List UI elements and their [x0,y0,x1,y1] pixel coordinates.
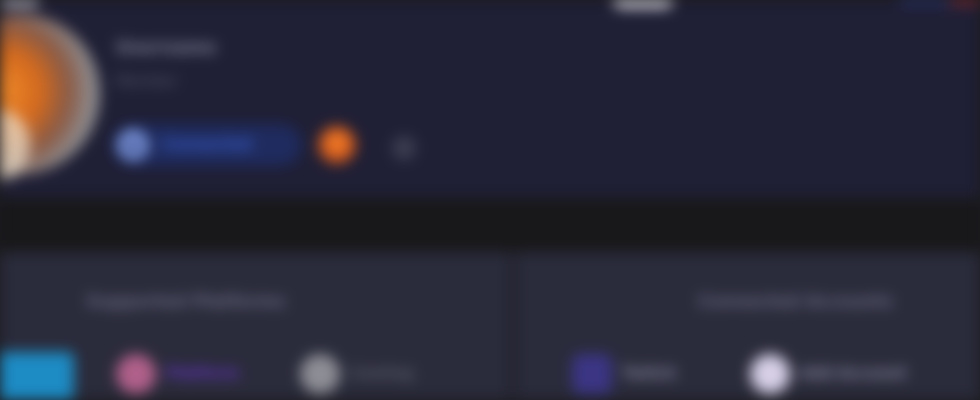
add-account-label: Add Account [800,364,907,382]
platform-label: Connected [162,135,252,153]
panel-gap [508,252,518,400]
platform-chip-label: Platform [166,364,240,382]
panel-heading-left: Supported Platforms [86,292,286,312]
platform-tile[interactable] [0,352,74,400]
twitch-icon [572,354,612,394]
platform-logo-icon: ● [118,130,148,160]
top-flag-red [950,0,980,4]
connected-accounts-panel: Connected Accounts Twitch Add Account [518,252,980,400]
coming-soon-label: Coming [350,364,414,382]
user-name: Username [116,38,217,58]
twitch-label: Twitch [622,364,677,382]
top-nav-pill[interactable] [612,0,674,8]
coming-soon-icon [300,354,340,394]
add-account-icon [750,354,790,394]
top-nav-hint [0,0,40,6]
platform-icon [116,354,156,394]
panel-heading-right: Connected Accounts [698,292,894,312]
app-frame: Username Member ● Connected Supported Pl… [0,0,980,400]
section-divider [0,198,980,252]
profile-header: Username Member ● Connected [0,0,980,198]
top-flag-blue [900,0,950,4]
user-subtitle: Member [116,72,178,90]
supported-platforms-panel: Supported Platforms Platform Coming [0,252,508,400]
more-icon[interactable] [392,136,416,160]
metamask-fox-icon[interactable] [318,126,356,164]
platform-badge[interactable]: ● Connected [112,124,302,166]
